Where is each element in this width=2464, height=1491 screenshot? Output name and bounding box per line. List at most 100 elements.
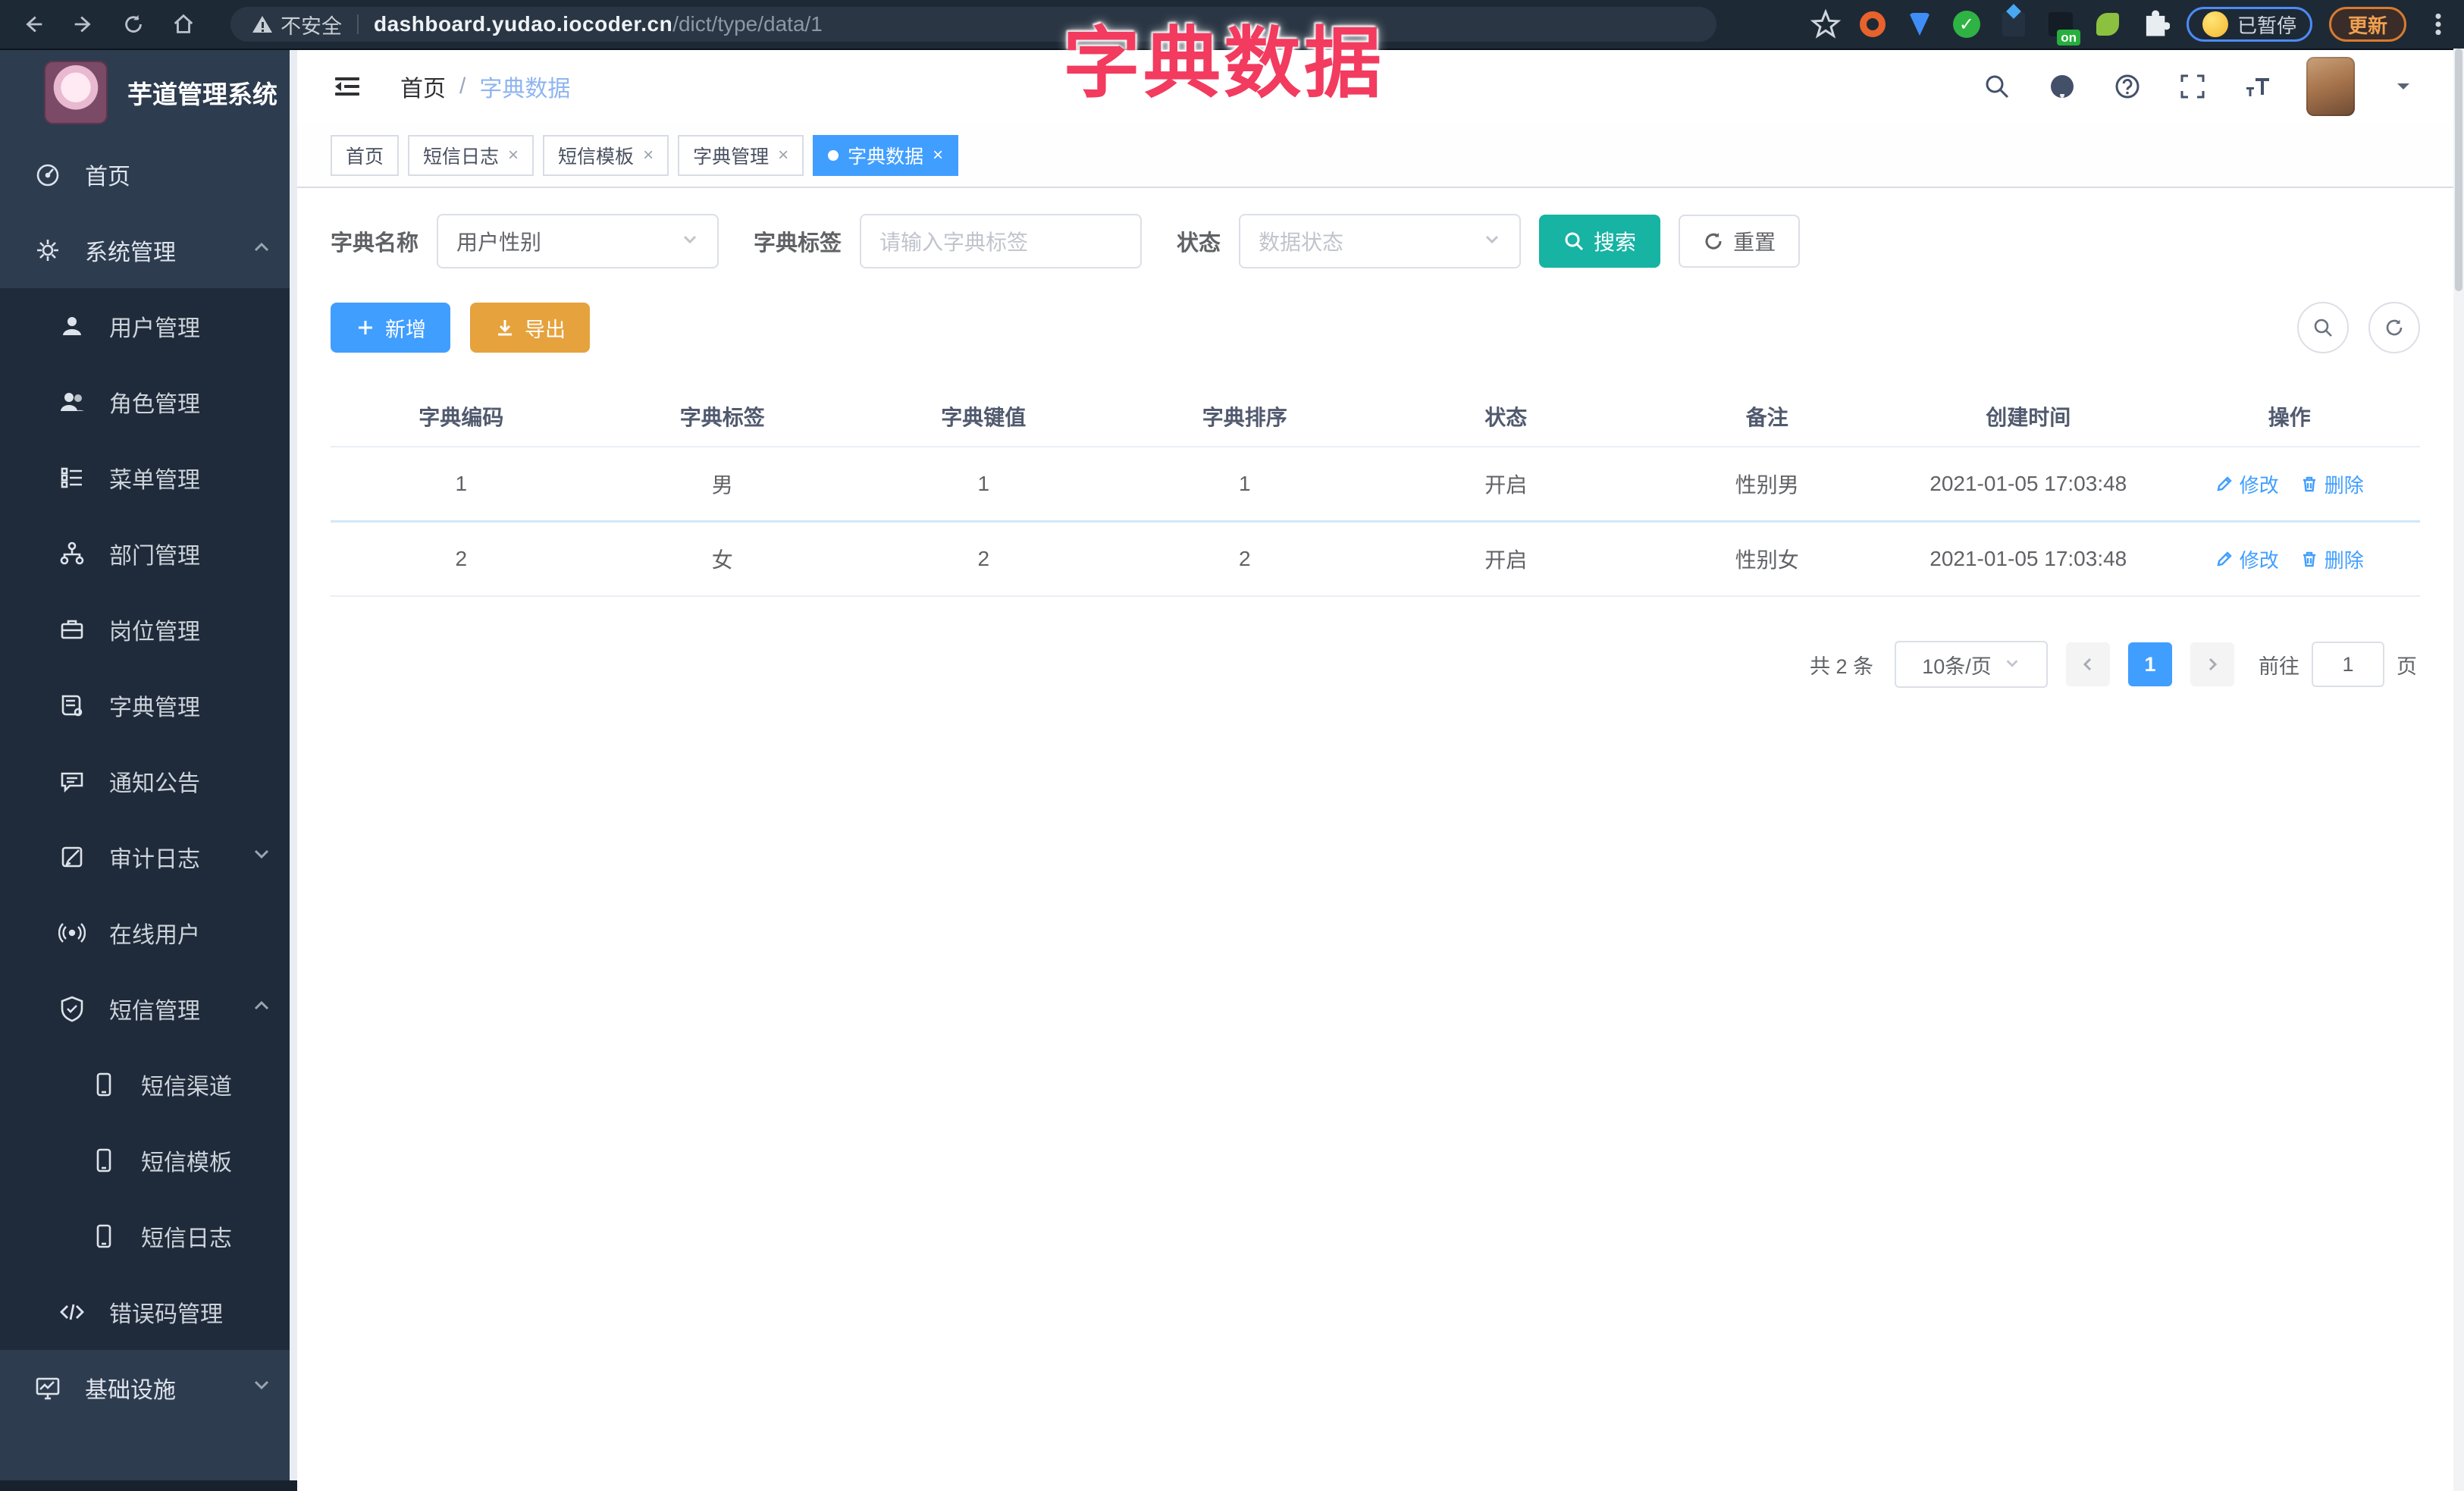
extensions-puzzle-icon[interactable] — [2140, 9, 2170, 39]
refresh-table-button[interactable] — [2368, 302, 2420, 353]
tab-close-icon[interactable]: × — [933, 145, 943, 166]
forward-icon[interactable] — [67, 8, 100, 41]
phone-icon — [89, 1222, 118, 1251]
dict-data-table: 字典编码 字典标签 字典键值 字典排序 状态 备注 创建时间 操作 1 男 1 … — [331, 387, 2420, 597]
font-size-icon[interactable] — [2241, 70, 2274, 103]
sidebar-item-home[interactable]: 首页 — [0, 137, 297, 212]
page-scrollbar[interactable] — [2453, 49, 2464, 1491]
dictionary-book-icon — [58, 691, 86, 720]
sidebar-item-sms-template[interactable]: 短信模板 — [0, 1122, 297, 1198]
header-search-icon[interactable] — [1980, 70, 2014, 103]
table-row[interactable]: 1 男 1 1 开启 性别男 2021-01-05 17:03:48 修改 删除 — [331, 447, 2420, 523]
extension-bars-icon[interactable] — [1998, 9, 2029, 39]
column-header: 备注 — [1745, 406, 1788, 429]
browser-update-button[interactable]: 更新 — [2328, 7, 2406, 42]
url-host: dashboard.yudao.iocoder.cn — [374, 12, 673, 36]
sidebar-item-system[interactable]: 系统管理 — [0, 212, 297, 288]
column-header: 字典编码 — [419, 406, 504, 429]
bookmark-star-icon[interactable] — [1810, 9, 1841, 39]
sidebar-item-notice[interactable]: 通知公告 — [0, 743, 297, 819]
system-submenu: 用户管理 角色管理 菜单管理 部门管理 岗位管理 字典管理 通知公告 审计日志 … — [0, 288, 297, 1350]
extension-leaf-icon[interactable] — [2093, 9, 2123, 39]
add-button[interactable]: 新增 — [331, 303, 450, 353]
chevron-down-icon — [1483, 229, 1501, 253]
tab-home[interactable]: 首页 — [331, 135, 400, 176]
cell-remark: 性别男 — [1735, 473, 1799, 497]
tab-label: 字典管理 — [693, 146, 770, 168]
prev-page-button[interactable] — [2066, 642, 2110, 686]
active-tab-dot — [828, 150, 839, 161]
back-icon[interactable] — [17, 8, 50, 41]
search-button[interactable]: 搜索 — [1539, 215, 1661, 268]
table-row[interactable]: 2 女 2 2 开启 性别女 2021-01-05 17:03:48 修改 删除 — [331, 523, 2420, 595]
breadcrumb-home[interactable]: 首页 — [400, 70, 446, 103]
sidebar-item-users[interactable]: 用户管理 — [0, 288, 297, 364]
extension-drop-icon[interactable] — [1904, 9, 1935, 39]
sidebar-item-posts[interactable]: 岗位管理 — [0, 592, 297, 667]
status-select[interactable]: 数据状态 — [1239, 214, 1522, 268]
edit-link[interactable]: 修改 — [2215, 470, 2279, 498]
sidebar-item-audit-log[interactable]: 审计日志 — [0, 819, 297, 895]
sidebar-item-label: 错误码管理 — [109, 1302, 223, 1327]
browser-menu-icon[interactable] — [2423, 9, 2453, 39]
dict-label-placeholder: 请输入字典标签 — [879, 231, 1029, 254]
sidebar-item-menus[interactable]: 菜单管理 — [0, 440, 297, 516]
audit-log-icon — [58, 843, 86, 871]
tab-sms-log[interactable]: 短信日志 × — [408, 135, 534, 176]
next-page-button[interactable] — [2190, 642, 2234, 686]
page-size-select[interactable]: 10条/页 — [1895, 641, 2048, 688]
page-number-1[interactable]: 1 — [2128, 642, 2172, 686]
github-icon[interactable] — [2045, 70, 2079, 103]
reset-button[interactable]: 重置 — [1679, 215, 1801, 268]
sidebar-item-label: 部门管理 — [109, 544, 200, 569]
url-path: /dict/type/data/1 — [672, 12, 823, 36]
security-warning[interactable]: 不安全 — [252, 10, 342, 39]
menu-list-icon — [58, 463, 86, 492]
delete-link[interactable]: 删除 — [2300, 545, 2364, 573]
emoji-avatar-icon — [2202, 11, 2228, 37]
sidebar-item-label: 字典管理 — [109, 695, 200, 720]
extension-check-icon[interactable]: ✓ — [1951, 9, 1982, 39]
tab-close-icon[interactable]: × — [778, 145, 788, 166]
tab-dict-manage[interactable]: 字典管理 × — [678, 135, 804, 176]
extension-on-icon[interactable]: on — [2045, 9, 2080, 46]
breadcrumb-current: 字典数据 — [479, 77, 571, 102]
sidebar-scrollbar[interactable] — [290, 49, 297, 1491]
edit-link[interactable]: 修改 — [2215, 545, 2279, 573]
reload-icon[interactable] — [117, 8, 150, 41]
address-bar[interactable]: 不安全 dashboard.yudao.iocoder.cn /dict/typ… — [230, 7, 1716, 42]
delete-link[interactable]: 删除 — [2300, 470, 2364, 498]
help-icon[interactable] — [2111, 70, 2144, 103]
fullscreen-icon[interactable] — [2176, 70, 2209, 103]
extension-orange-icon[interactable] — [1857, 9, 1888, 39]
sidebar-item-error-codes[interactable]: 错误码管理 — [0, 1274, 297, 1350]
dict-label-input[interactable]: 请输入字典标签 — [860, 214, 1143, 268]
tab-dict-data[interactable]: 字典数据 × — [813, 135, 959, 176]
tab-sms-template[interactable]: 短信模板 × — [543, 135, 669, 176]
tab-close-icon[interactable]: × — [508, 145, 519, 166]
toggle-search-button[interactable] — [2297, 302, 2349, 353]
sidebar-item-label: 岗位管理 — [109, 620, 200, 645]
user-avatar[interactable] — [2306, 57, 2355, 116]
sidebar-item-roles[interactable]: 角色管理 — [0, 364, 297, 440]
sidebar-item-label: 菜单管理 — [109, 468, 200, 493]
export-button[interactable]: 导出 — [470, 303, 590, 353]
sidebar-item-online-users[interactable]: 在线用户 — [0, 895, 297, 971]
sidebar-fold-icon[interactable] — [331, 70, 364, 103]
app-title: 芋道管理系统 — [127, 80, 277, 108]
sidebar-item-sms-log[interactable]: 短信日志 — [0, 1198, 297, 1274]
home-icon[interactable] — [167, 8, 200, 41]
goto-page-input[interactable]: 1 — [2312, 642, 2384, 687]
sidebar-item-infrastructure[interactable]: 基础设施 — [0, 1350, 297, 1426]
avatar-caret-icon[interactable] — [2387, 70, 2420, 103]
dict-name-select[interactable]: 用户性别 — [437, 214, 719, 268]
sidebar-item-dict[interactable]: 字典管理 — [0, 667, 297, 743]
cell-created: 2021-01-05 17:03:48 — [1930, 547, 2127, 570]
sidebar-item-sms-channel[interactable]: 短信渠道 — [0, 1047, 297, 1122]
profile-paused-pill[interactable]: 已暂停 — [2186, 7, 2312, 42]
update-button-label: 更新 — [2347, 14, 2387, 37]
tab-close-icon[interactable]: × — [643, 145, 654, 166]
sidebar-item-sms[interactable]: 短信管理 — [0, 971, 297, 1047]
app-logo-row[interactable]: 芋道管理系统 — [0, 49, 297, 137]
sidebar-item-departments[interactable]: 部门管理 — [0, 516, 297, 592]
